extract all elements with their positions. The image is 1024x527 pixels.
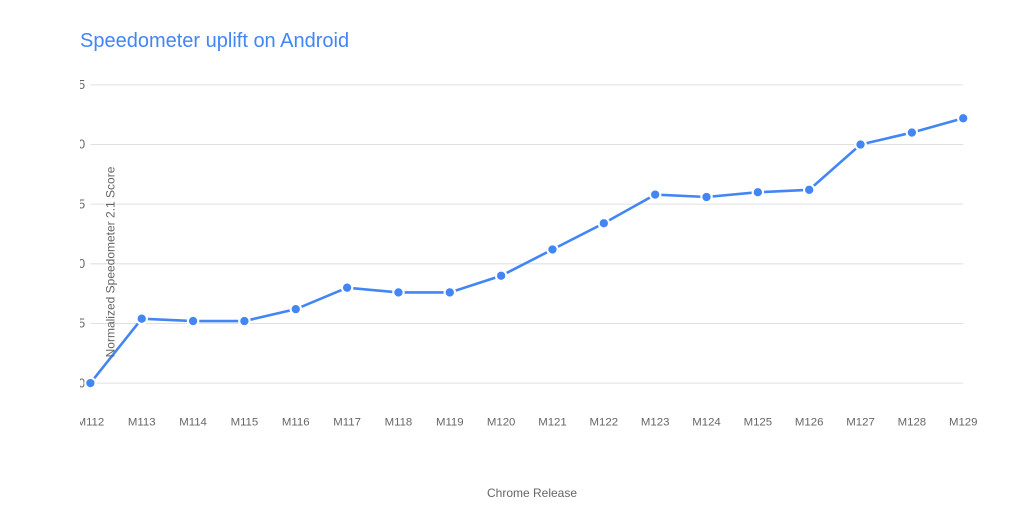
y-axis-label: Normalized Speedometer 2.1 Score — [103, 166, 117, 357]
svg-text:M127: M127 — [846, 417, 875, 429]
svg-text:2.00: 2.00 — [80, 138, 85, 152]
svg-text:M123: M123 — [641, 417, 670, 429]
svg-text:M124: M124 — [692, 417, 721, 429]
chart-title: Speedometer uplift on Android — [80, 30, 984, 53]
svg-text:1.75: 1.75 — [80, 197, 85, 211]
svg-text:M118: M118 — [385, 417, 413, 429]
svg-text:M129: M129 — [949, 417, 978, 429]
svg-text:M116: M116 — [282, 417, 310, 429]
svg-text:M121: M121 — [538, 417, 567, 429]
chart-area: Normalized Speedometer 2.1 Score 1.001.2… — [80, 73, 984, 450]
svg-text:M122: M122 — [590, 417, 619, 429]
x-axis-label: Chrome Release — [487, 486, 577, 500]
main-chart: 1.001.251.501.752.002.25M112M113M114M115… — [80, 73, 984, 450]
svg-text:M114: M114 — [179, 417, 207, 429]
svg-text:M120: M120 — [487, 417, 516, 429]
chart-container: Speedometer uplift on Android Normalized… — [0, 0, 1024, 527]
svg-text:2.25: 2.25 — [80, 78, 85, 92]
svg-text:M119: M119 — [436, 417, 464, 429]
svg-text:M125: M125 — [744, 417, 773, 429]
svg-text:M117: M117 — [333, 417, 361, 429]
svg-text:M112: M112 — [80, 417, 104, 429]
svg-text:M128: M128 — [898, 417, 927, 429]
svg-text:M126: M126 — [795, 417, 824, 429]
svg-text:M115: M115 — [231, 417, 259, 429]
svg-text:1.25: 1.25 — [80, 317, 85, 331]
svg-text:M113: M113 — [128, 417, 156, 429]
svg-text:1.50: 1.50 — [80, 257, 85, 271]
